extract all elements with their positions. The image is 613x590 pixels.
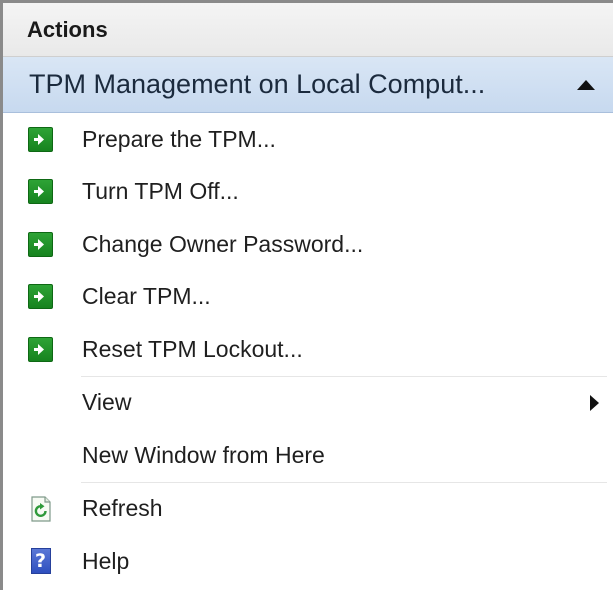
action-label: Reset TPM Lockout... <box>82 335 303 362</box>
action-label: Help <box>82 547 130 574</box>
action-view[interactable]: View <box>3 377 613 430</box>
action-refresh[interactable]: Refresh <box>3 483 613 536</box>
help-icon: ? <box>27 548 54 575</box>
green-go-arrow-icon <box>27 126 54 153</box>
green-go-arrow-icon <box>27 336 54 363</box>
actions-pane-header: Actions <box>3 3 613 57</box>
action-change-owner-password[interactable]: Change Owner Password... <box>3 218 613 271</box>
green-go-arrow-icon <box>27 283 54 310</box>
actions-pane: Actions TPM Management on Local Comput..… <box>0 0 613 590</box>
submenu-arrow-icon <box>590 394 599 411</box>
actions-list: Prepare the TPM... Turn TPM Off... Chang… <box>3 113 613 588</box>
action-label: Refresh <box>82 495 163 522</box>
action-new-window-from-here[interactable]: New Window from Here <box>3 429 613 482</box>
action-label: Turn TPM Off... <box>82 178 239 205</box>
action-label: Change Owner Password... <box>82 230 364 257</box>
section-title: TPM Management on Local Comput... <box>29 69 486 99</box>
action-help[interactable]: ? Help <box>3 535 613 588</box>
action-label: View <box>82 389 132 416</box>
refresh-icon <box>27 495 54 522</box>
action-label: New Window from Here <box>82 441 325 468</box>
action-reset-tpm-lockout[interactable]: Reset TPM Lockout... <box>3 323 613 376</box>
empty-icon-slot <box>27 442 54 469</box>
green-go-arrow-icon <box>27 178 54 205</box>
action-label: Prepare the TPM... <box>82 125 276 152</box>
action-turn-tpm-off[interactable]: Turn TPM Off... <box>3 166 613 219</box>
section-header-tpm-management[interactable]: TPM Management on Local Comput... <box>3 57 613 113</box>
action-label: Clear TPM... <box>82 283 211 310</box>
empty-icon-slot <box>27 389 54 416</box>
green-go-arrow-icon <box>27 231 54 258</box>
action-clear-tpm[interactable]: Clear TPM... <box>3 271 613 324</box>
action-prepare-tpm[interactable]: Prepare the TPM... <box>3 113 613 166</box>
actions-pane-title: Actions <box>27 16 108 42</box>
collapse-arrow-icon[interactable] <box>577 79 595 90</box>
